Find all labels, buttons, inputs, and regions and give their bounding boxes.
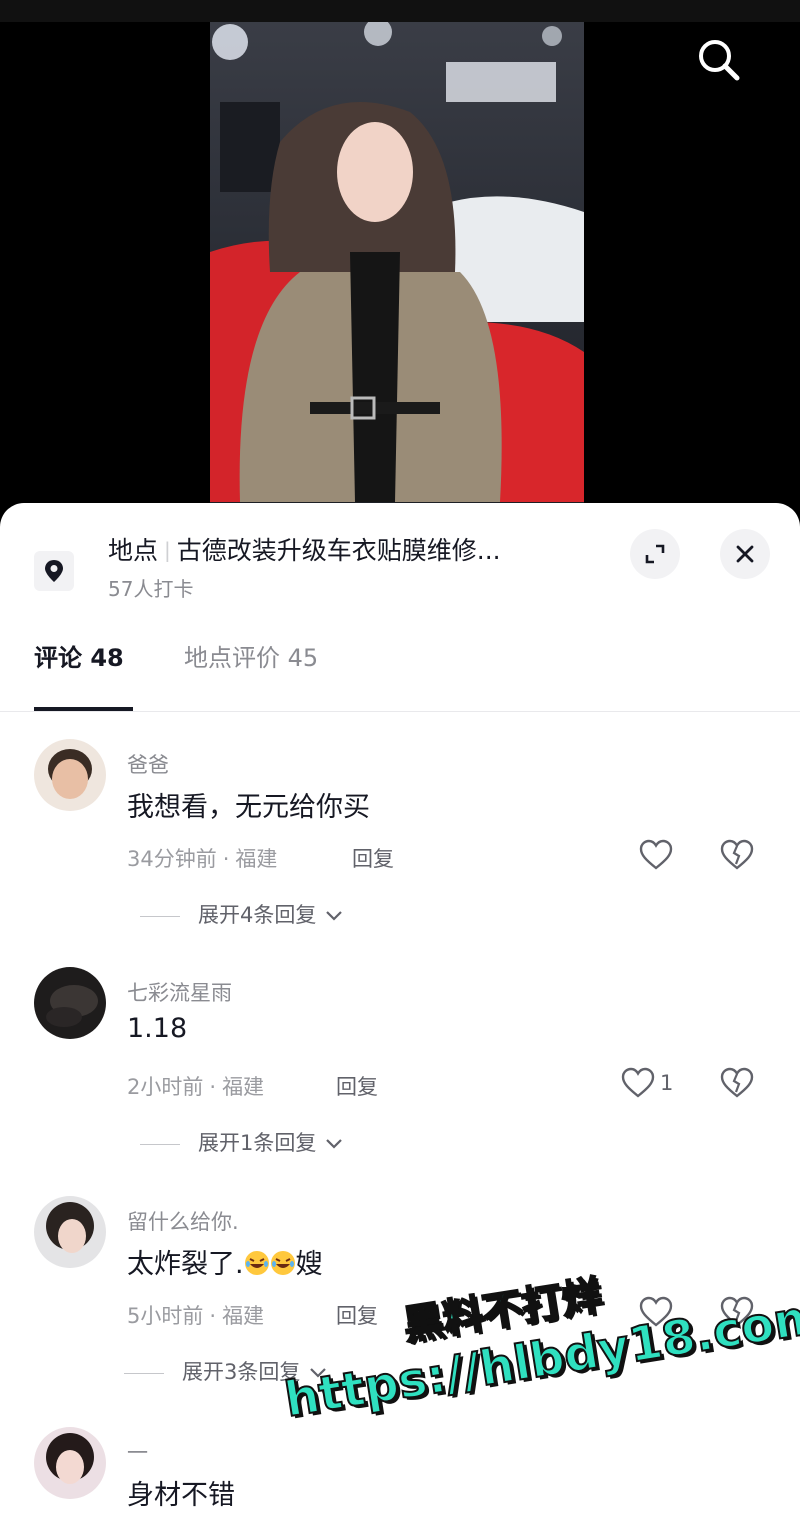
- comment-text: 身材不错: [127, 1480, 235, 1511]
- reply-button[interactable]: 回复: [336, 1071, 378, 1101]
- heart-icon: [639, 839, 673, 870]
- video-thumbnail-image: [210, 22, 584, 514]
- video-player[interactable]: [0, 0, 800, 520]
- dislike-button[interactable]: [717, 1063, 757, 1103]
- meta-separator: ·: [209, 1075, 217, 1099]
- search-icon: [699, 40, 740, 81]
- meta-separator: ·: [209, 1304, 217, 1328]
- expand-replies-label: 展开3条回复: [182, 1360, 301, 1384]
- location-pin-icon: [34, 551, 74, 591]
- chevron-down-icon: [326, 911, 342, 921]
- comment-time: 34分钟前: [127, 847, 217, 871]
- heart-icon: [621, 1067, 655, 1098]
- avatar[interactable]: [34, 1427, 106, 1499]
- comment-text-part: 太炸裂了.: [127, 1249, 244, 1280]
- expand-replies-button[interactable]: 展开3条回复: [124, 1356, 329, 1386]
- comment-meta: 2小时前 · 福建: [127, 1071, 264, 1101]
- chevron-down-icon: [310, 1368, 326, 1378]
- location-header[interactable]: 地点 | 古德改装升级车衣贴膜维修... 57人打卡: [0, 503, 800, 613]
- comment-username[interactable]: 一: [127, 1437, 148, 1467]
- status-strip: [0, 0, 800, 22]
- expand-replies-button[interactable]: 展开4条回复: [140, 899, 345, 929]
- close-button[interactable]: [720, 529, 770, 579]
- like-button[interactable]: [618, 1063, 658, 1103]
- active-tab-indicator: [34, 707, 133, 711]
- laughing-emoji-icon: [270, 1251, 295, 1275]
- chevron-down-icon: [326, 1139, 342, 1149]
- heart-icon: [639, 1296, 673, 1327]
- comment-meta: 5小时前 · 福建: [127, 1300, 264, 1330]
- reply-button[interactable]: 回复: [336, 1300, 378, 1330]
- broken-heart-icon: [720, 839, 754, 870]
- comment-text: 我想看，无元给你买: [127, 792, 370, 823]
- location-prefix: 地点: [108, 536, 159, 565]
- comment-text-part: 嫂: [295, 1249, 323, 1280]
- meta-separator: ·: [222, 847, 230, 871]
- like-count: 1: [660, 1071, 674, 1095]
- tab-bar: 评论 48 地点评价 45: [0, 623, 800, 712]
- laughing-emoji-icon: [244, 1251, 269, 1275]
- comment-username[interactable]: 留什么给你.: [127, 1206, 239, 1236]
- comment-region: 福建: [222, 1075, 265, 1099]
- search-button[interactable]: [693, 34, 745, 86]
- checkin-count: 57人打卡: [108, 577, 194, 601]
- comment-region: 福建: [235, 847, 278, 871]
- comment-meta: 34分钟前 · 福建: [127, 843, 277, 873]
- expand-replies-button[interactable]: 展开1条回复: [140, 1127, 345, 1157]
- dislike-button[interactable]: [717, 835, 757, 875]
- comment-region: 福建: [222, 1304, 265, 1328]
- close-icon: [736, 545, 754, 563]
- comment-username[interactable]: 爸爸: [127, 749, 169, 779]
- title-divider: |: [164, 538, 171, 562]
- expand-button[interactable]: [630, 529, 680, 579]
- comment-text: 太炸裂了. 嫂: [127, 1242, 323, 1281]
- comment-time: 5小时前: [127, 1304, 204, 1328]
- divider-line: [124, 1372, 164, 1374]
- expand-icon: [645, 544, 665, 564]
- tab-comments[interactable]: 评论 48: [34, 641, 124, 675]
- comment-text: 1.18: [127, 1013, 188, 1044]
- avatar[interactable]: [34, 739, 106, 811]
- like-button[interactable]: [636, 835, 676, 875]
- video-frame[interactable]: [210, 22, 584, 514]
- broken-heart-icon: [720, 1067, 754, 1098]
- divider-line: [140, 1143, 180, 1145]
- location-name: 古德改装升级车衣贴膜维修...: [176, 536, 501, 565]
- dislike-button[interactable]: [717, 1292, 757, 1332]
- expand-replies-label: 展开4条回复: [198, 903, 317, 927]
- tab-location-reviews[interactable]: 地点评价 45: [184, 641, 318, 675]
- comments-sheet: 地点|古德改装升级车衣贴膜维修... 57人打卡 评论 48 地点评价 45: [0, 503, 800, 1527]
- expand-replies-label: 展开1条回复: [198, 1131, 317, 1155]
- avatar[interactable]: [34, 967, 106, 1039]
- comment-username[interactable]: 七彩流星雨: [127, 977, 232, 1007]
- location-title[interactable]: 地点 | 古德改装升级车衣贴膜维修...: [108, 533, 618, 570]
- reply-button[interactable]: 回复: [352, 843, 394, 873]
- like-button[interactable]: [636, 1292, 676, 1332]
- avatar[interactable]: [34, 1196, 106, 1268]
- broken-heart-icon: [720, 1296, 754, 1327]
- comment-time: 2小时前: [127, 1075, 204, 1099]
- divider-line: [140, 915, 180, 917]
